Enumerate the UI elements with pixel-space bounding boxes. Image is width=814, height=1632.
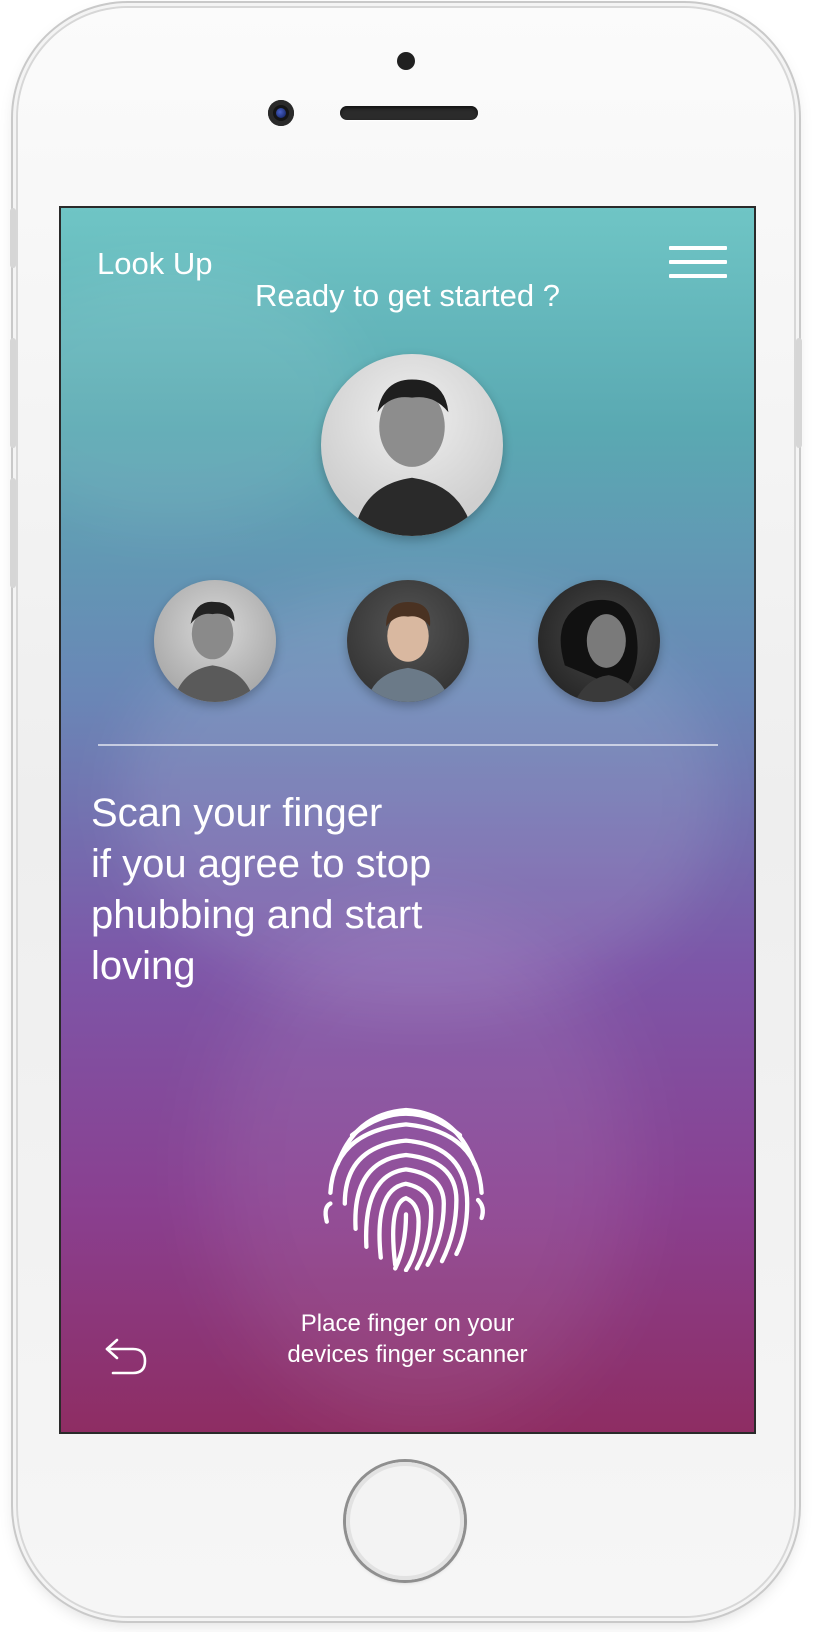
instruction-line-2: devices finger scanner (287, 1341, 528, 1368)
hamburger-menu-icon[interactable] (669, 242, 727, 282)
avatar-member-2[interactable] (347, 580, 469, 702)
person-photo-icon (173, 601, 255, 702)
app-screen: Look Up Ready to get started ? Scan your… (59, 206, 756, 1434)
scan-prompt-line: Scan your finger (91, 791, 383, 835)
person-photo-icon (560, 599, 641, 702)
page-subtitle: Ready to get started ? (254, 278, 561, 313)
scanner-instruction: Place finger on your devices finger scan… (61, 1308, 754, 1370)
section-divider (98, 744, 718, 746)
avatar-featured[interactable] (321, 354, 503, 536)
volume-down-button (10, 478, 16, 588)
scan-prompt-line: if you agree to stop (91, 842, 432, 886)
mute-switch (10, 208, 16, 268)
earpiece-speaker (340, 106, 478, 120)
proximity-sensor (397, 52, 415, 70)
front-camera (268, 100, 294, 126)
instruction-line-1: Place finger on your (300, 1310, 515, 1337)
app-title: Look Up (97, 246, 213, 281)
scan-prompt-line: phubbing and start (91, 893, 423, 937)
avatar-member-1[interactable] (154, 580, 276, 702)
volume-up-button (10, 338, 16, 448)
avatar-member-3[interactable] (538, 580, 660, 702)
scan-prompt: Scan your finger if you agree to stop ph… (91, 788, 511, 992)
power-button (796, 338, 802, 448)
home-button[interactable] (346, 1462, 464, 1580)
person-photo-icon (353, 379, 474, 536)
scan-prompt-line: loving (91, 944, 196, 988)
fingerprint-icon[interactable] (316, 1092, 496, 1272)
back-arrow-icon[interactable] (103, 1336, 149, 1376)
person-photo-icon (366, 601, 450, 702)
